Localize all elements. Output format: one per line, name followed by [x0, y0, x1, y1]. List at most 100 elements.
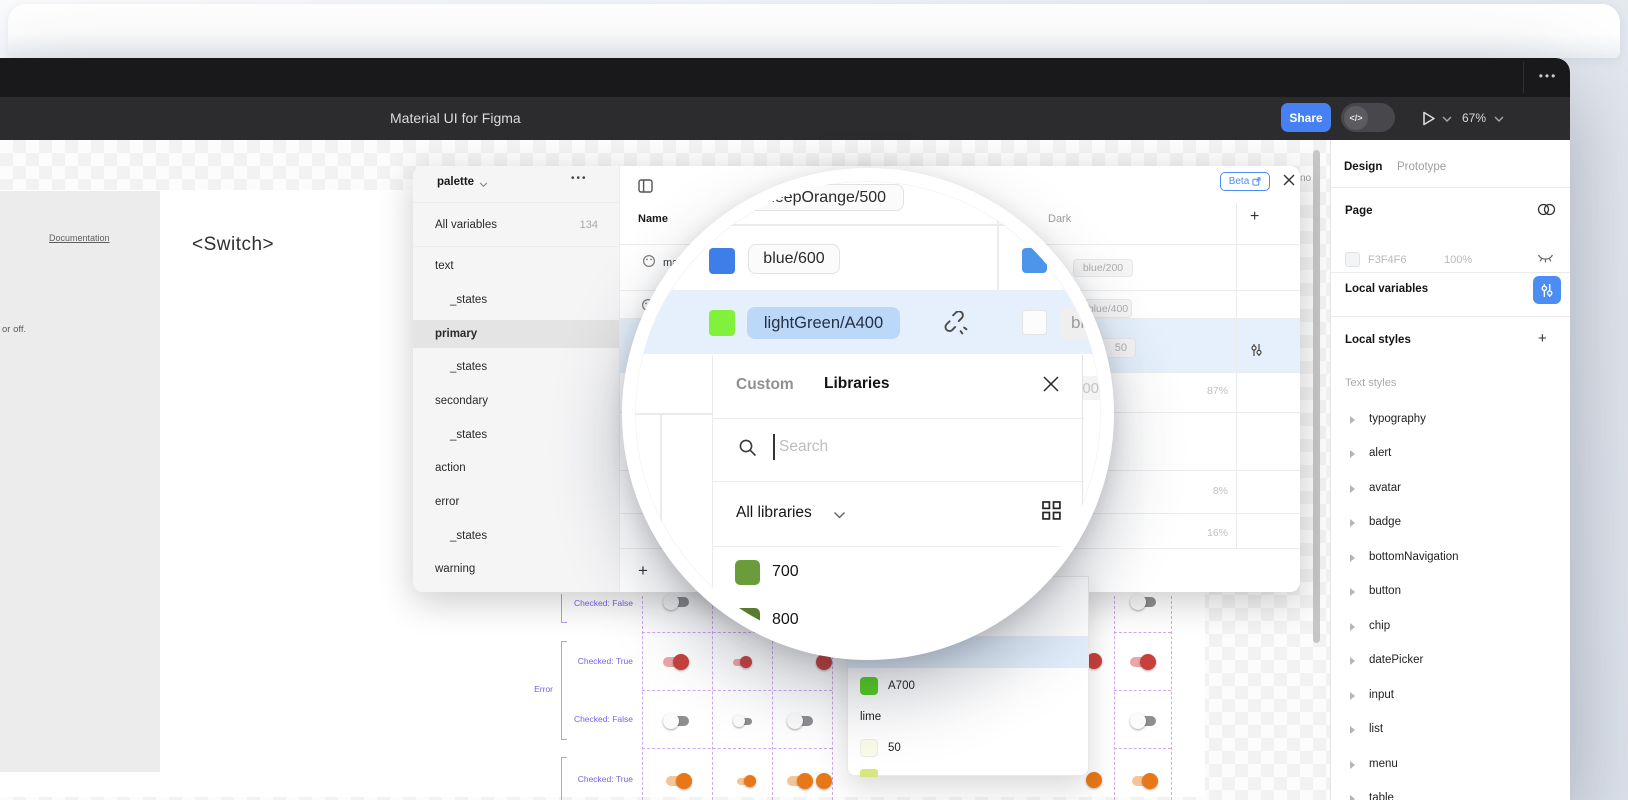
play-icon[interactable] [1420, 110, 1437, 127]
switch-fragment[interactable] [816, 773, 832, 789]
switch-checked-error[interactable] [663, 654, 689, 670]
color-swatch [709, 310, 735, 336]
share-button[interactable]: Share [1281, 103, 1331, 132]
switch-unchecked[interactable] [1130, 713, 1156, 729]
chevron-right-icon[interactable] [1350, 450, 1355, 458]
tab-custom[interactable]: Custom [736, 376, 794, 394]
collection-title[interactable]: palette [437, 176, 474, 188]
chevron-right-icon[interactable] [1350, 761, 1355, 769]
blend-icon[interactable] [1537, 203, 1556, 216]
collection-chevron-icon[interactable] [479, 182, 488, 188]
chevron-right-icon[interactable] [1350, 554, 1355, 562]
tab-prototype[interactable]: Prototype [1397, 161, 1446, 173]
tab-design[interactable]: Design [1344, 161, 1382, 173]
opacity-value: 87% [1168, 385, 1228, 397]
switch-checked-warning[interactable] [1132, 773, 1158, 789]
divider [413, 246, 620, 247]
text-style-item[interactable]: typography [1369, 413, 1426, 425]
library-item-label[interactable]: 800 [772, 611, 799, 629]
group-item[interactable]: _states [450, 429, 487, 441]
add-style-button[interactable]: + [1538, 330, 1547, 347]
error-group-label: Error [497, 684, 553, 694]
text-style-item[interactable]: chip [1369, 620, 1390, 632]
play-chevron-icon[interactable] [1442, 116, 1452, 123]
document-title[interactable]: Material UI for Figma [390, 110, 521, 126]
page-opacity[interactable]: 100% [1444, 254, 1472, 266]
zoom-chevron-icon[interactable] [1494, 116, 1504, 123]
eye-closed-icon[interactable] [1537, 254, 1554, 265]
toggle-sidebar-icon[interactable] [638, 179, 653, 193]
chevron-right-icon[interactable] [1350, 692, 1355, 700]
grid-view-icon[interactable] [1042, 501, 1061, 520]
text-style-item[interactable]: table [1369, 792, 1394, 800]
sliders-icon[interactable] [1250, 343, 1263, 357]
chevron-right-icon[interactable] [1350, 588, 1355, 596]
panel-menu-button[interactable]: ••• [571, 173, 588, 184]
chevron-right-icon[interactable] [1350, 519, 1355, 527]
text-style-item[interactable]: badge [1369, 516, 1401, 528]
close-icon[interactable] [1282, 173, 1296, 187]
chevron-right-icon[interactable] [1350, 726, 1355, 734]
search-icon [738, 438, 757, 457]
value-chip[interactable]: blue/600 [748, 244, 840, 274]
canvas-scrollbar[interactable] [1313, 150, 1320, 643]
group-item[interactable]: secondary [435, 395, 488, 407]
group-item-selected[interactable]: primary [435, 328, 477, 340]
value-chip[interactable]: blue/200 [1073, 259, 1133, 277]
tab-libraries[interactable]: Libraries [824, 375, 889, 393]
local-variables-button[interactable] [1533, 276, 1561, 304]
value-chip-selected[interactable]: lightGreen/A400 [747, 307, 900, 339]
beta-badge[interactable]: Beta [1220, 172, 1270, 191]
text-style-item[interactable]: button [1369, 585, 1401, 597]
text-style-item[interactable]: alert [1369, 447, 1391, 459]
group-item[interactable]: action [435, 462, 466, 474]
group-item[interactable]: _states [450, 530, 487, 542]
close-icon[interactable] [1041, 374, 1061, 394]
window-menu-button[interactable]: ••• [1530, 69, 1566, 83]
group-item[interactable]: text [435, 260, 454, 272]
text-style-item[interactable]: input [1369, 689, 1394, 701]
group-item[interactable]: _states [450, 294, 487, 306]
library-filter-dropdown[interactable]: All libraries [736, 504, 812, 522]
page-color-swatch[interactable] [1345, 252, 1360, 267]
switch-checked-warning[interactable] [787, 773, 813, 789]
text-fragment: or off. [2, 324, 26, 335]
chevron-right-icon[interactable] [1350, 795, 1355, 800]
chevron-right-icon[interactable] [1350, 623, 1355, 631]
switch-checked-warning-small[interactable] [737, 775, 756, 787]
switch-unchecked[interactable] [663, 594, 689, 610]
chevron-right-icon[interactable] [1350, 485, 1355, 493]
zoom-level[interactable]: 67% [1462, 111, 1486, 125]
detach-variable-icon[interactable] [944, 311, 970, 337]
dev-mode-toggle[interactable]: </> [1341, 103, 1395, 132]
text-style-item[interactable]: avatar [1369, 482, 1401, 494]
color-swatch [1022, 248, 1047, 273]
chevron-right-icon[interactable] [1350, 416, 1355, 424]
switch-checked-error[interactable] [1130, 654, 1156, 670]
switch-unchecked-small[interactable] [733, 715, 752, 727]
text-style-item[interactable]: menu [1369, 758, 1398, 770]
library-item-label[interactable]: A700 [888, 680, 915, 692]
library-item-label[interactable]: 700 [772, 563, 799, 581]
switch-fragment[interactable] [1086, 772, 1102, 788]
library-item-label[interactable]: 50 [888, 742, 901, 754]
chevron-right-icon[interactable] [1350, 657, 1355, 665]
text-style-item[interactable]: datePicker [1369, 654, 1423, 666]
search-input[interactable] [779, 438, 979, 456]
text-style-item[interactable]: list [1369, 723, 1383, 735]
page-color-hex[interactable]: F3F4F6 [1368, 254, 1407, 266]
switch-unchecked[interactable] [1130, 594, 1156, 610]
group-item[interactable]: _states [450, 361, 487, 373]
switch-unchecked[interactable] [787, 713, 813, 729]
switch-checked-warning[interactable] [666, 773, 692, 789]
text-style-item[interactable]: bottomNavigation [1369, 551, 1459, 563]
switch-checked-error-small[interactable] [733, 656, 752, 668]
add-column-button[interactable]: + [1250, 208, 1259, 226]
group-item[interactable]: warning [435, 563, 475, 575]
switch-unchecked[interactable] [663, 713, 689, 729]
all-variables-item[interactable]: All variables [435, 219, 497, 231]
group-item[interactable]: error [435, 496, 459, 508]
edit-value-chip[interactable]: deepOrange/500 [748, 184, 904, 211]
add-variable-button[interactable]: + [638, 561, 648, 581]
documentation-link[interactable]: Documentation [49, 233, 110, 243]
